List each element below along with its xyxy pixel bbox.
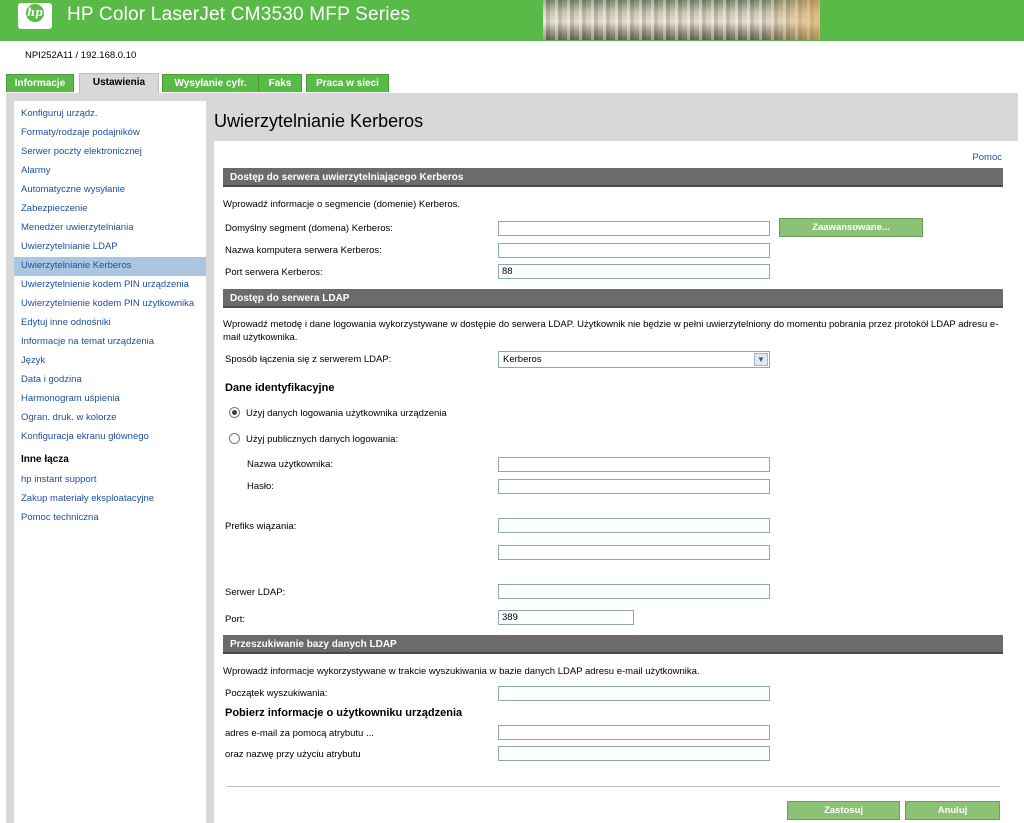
name-attr-label: oraz nazwę przy użyciu atrybutu bbox=[225, 749, 361, 760]
retrieve-heading: Pobierz informacje o użytkowniku urządze… bbox=[225, 707, 463, 719]
kerberos-realm-label: Domyślny segment (domena) Kerberos: bbox=[225, 223, 393, 234]
tab-wysylanie-cyfr[interactable]: Wysyłanie cyfr. bbox=[162, 74, 259, 92]
header-bar: hp HP Color LaserJet CM3530 MFP Series bbox=[0, 0, 1024, 41]
app-title: HP Color LaserJet CM3530 MFP Series bbox=[67, 4, 411, 25]
sidebar-item-automatyczne-wysylanie[interactable]: Automatyczne wysyłanie bbox=[21, 184, 125, 195]
ldap-intro: Wprowadź metodę i dane logowania wykorzy… bbox=[223, 319, 999, 343]
email-attr-input[interactable] bbox=[498, 725, 770, 740]
footer-divider bbox=[227, 786, 1000, 787]
radio-device-user[interactable] bbox=[229, 407, 240, 418]
sidebar-item-jezyk[interactable]: Język bbox=[21, 355, 45, 366]
radio-public-credentials-label: Użyj publicznych danych logowania: bbox=[246, 434, 399, 445]
advanced-button[interactable]: Zaawansowane... bbox=[779, 218, 923, 237]
settings-panel: Pomoc Dostęp do serwera uwierzytelniając… bbox=[214, 141, 1018, 823]
sidebar-item-menedzer[interactable]: Menedżer uwierzytelniania bbox=[21, 222, 133, 233]
content-area: Uwierzytelnianie Kerberos Pomoc Dostęp d… bbox=[210, 101, 1018, 823]
email-attr-label: adres e-mail za pomocą atrybutu ... bbox=[225, 728, 374, 739]
tab-ustawienia[interactable]: Ustawienia bbox=[79, 73, 159, 93]
hp-logo: hp bbox=[18, 3, 52, 29]
bind-prefix-label: Prefiks wiązania: bbox=[225, 521, 297, 532]
header-banner-image bbox=[543, 0, 820, 40]
password-input[interactable] bbox=[498, 479, 770, 494]
sidebar-item-alarmy[interactable]: Alarmy bbox=[21, 165, 51, 176]
radio-selected-dot bbox=[232, 410, 237, 415]
search-start-label: Początek wyszukiwania: bbox=[225, 688, 328, 699]
section-header-ldap-search: Przeszukiwanie bazy danych LDAP bbox=[223, 635, 1003, 654]
sidebar-item-pin-uzytkownika[interactable]: Uwierzytelnienie kodem PIN użytkownika bbox=[21, 298, 194, 309]
sidebar-item-zabezpieczenie[interactable]: Zabezpieczenie bbox=[21, 203, 88, 214]
page-title: Uwierzytelnianie Kerberos bbox=[214, 111, 424, 131]
device-id: NPI252A11 / 192.168.0.10 bbox=[25, 50, 137, 61]
sidebar-item-ogran-druk[interactable]: Ogran. druk. w kolorze bbox=[21, 412, 117, 423]
sidebar-item-konfiguruj[interactable]: Konfiguruj urządz. bbox=[21, 108, 98, 119]
section-header-kerberos: Dostęp do serwera uwierzytelniającego Ke… bbox=[223, 168, 1003, 187]
tab-praca-w-sieci[interactable]: Praca w sieci bbox=[306, 74, 389, 92]
sidebar-link-pomoc-techniczna[interactable]: Pomoc techniczna bbox=[21, 512, 99, 523]
sidebar-item-pin-urzadzenia[interactable]: Uwierzytelnienie kodem PIN urządzenia bbox=[21, 279, 189, 290]
kerberos-port-label: Port serwera Kerberos: bbox=[225, 267, 323, 278]
sidebar-item-kerberos[interactable]: Uwierzytelnianie Kerberos bbox=[21, 260, 131, 271]
tab-faks[interactable]: Faks bbox=[258, 74, 302, 92]
name-attr-input[interactable] bbox=[498, 746, 770, 761]
ldap-server-label: Serwer LDAP: bbox=[225, 587, 286, 598]
ldap-method-label: Sposób łączenia się z serwerem LDAP: bbox=[225, 354, 392, 365]
search-intro: Wprowadź informacje wykorzystywane w tra… bbox=[223, 666, 700, 677]
sidebar-link-zakup[interactable]: Zakup materiały eksploatacyjne bbox=[21, 493, 154, 504]
sidebar-item-serwer-poczty[interactable]: Serwer poczty elektronicznej bbox=[21, 146, 142, 157]
chevron-down-icon: ▼ bbox=[754, 353, 768, 366]
search-start-input[interactable] bbox=[498, 686, 770, 701]
tab-informacje[interactable]: Informacje bbox=[6, 74, 74, 92]
password-label: Hasło: bbox=[247, 481, 274, 492]
kerberos-intro: Wprowadź informacje o segmencie (domenie… bbox=[223, 199, 461, 210]
ldap-method-value: Kerberos bbox=[503, 354, 542, 365]
sidebar-link-instant-support[interactable]: hp instant support bbox=[21, 474, 97, 485]
sidebar-item-ldap[interactable]: Uwierzytelnianie LDAP bbox=[21, 241, 118, 252]
cancel-button[interactable]: Anuluj bbox=[905, 801, 1000, 820]
kerberos-server-input[interactable] bbox=[498, 243, 770, 258]
help-link[interactable]: Pomoc bbox=[972, 152, 1002, 163]
credentials-heading: Dane identyfikacyjne bbox=[225, 382, 335, 394]
sidebar-item-konfiguracja-ekranu[interactable]: Konfiguracja ekranu głównego bbox=[21, 431, 149, 442]
sidebar-item-edytuj-odnosniki[interactable]: Edytuj inne odnośniki bbox=[21, 317, 111, 328]
bind-prefix-input-2[interactable] bbox=[498, 545, 770, 560]
sidebar-item-harmonogram[interactable]: Harmonogram uśpienia bbox=[21, 393, 120, 404]
kerberos-port-input[interactable] bbox=[498, 264, 770, 279]
kerberos-realm-input[interactable] bbox=[498, 221, 770, 236]
radio-device-user-label: Użyj danych logowania użytkownika urządz… bbox=[246, 408, 447, 419]
sidebar-item-formaty[interactable]: Formaty/rodzaje podajników bbox=[21, 127, 140, 138]
ldap-port-input[interactable] bbox=[498, 610, 634, 625]
bind-prefix-input[interactable] bbox=[498, 518, 770, 533]
username-input[interactable] bbox=[498, 457, 770, 472]
apply-button[interactable]: Zastosuj bbox=[787, 801, 900, 820]
username-label: Nazwa użytkownika: bbox=[247, 459, 334, 470]
radio-public-credentials[interactable] bbox=[229, 433, 240, 444]
ldap-server-input[interactable] bbox=[498, 584, 770, 599]
kerberos-server-label: Nazwa komputera serwera Kerberos: bbox=[225, 245, 382, 256]
hp-logo-mark: hp bbox=[26, 4, 44, 22]
ldap-method-select[interactable]: Kerberos ▼ bbox=[498, 351, 770, 368]
ldap-port-label: Port: bbox=[225, 614, 246, 625]
sidebar-item-informacje-urzadzenie[interactable]: Informacje na temat urządzenia bbox=[21, 336, 154, 347]
section-header-ldap: Dostęp do serwera LDAP bbox=[223, 289, 1003, 308]
sidebar: Konfiguruj urządz. Formaty/rodzaje podaj… bbox=[14, 101, 206, 823]
sidebar-other-links-heading: Inne łącza bbox=[21, 454, 69, 465]
sidebar-item-data-godzina[interactable]: Data i godzina bbox=[21, 374, 82, 385]
